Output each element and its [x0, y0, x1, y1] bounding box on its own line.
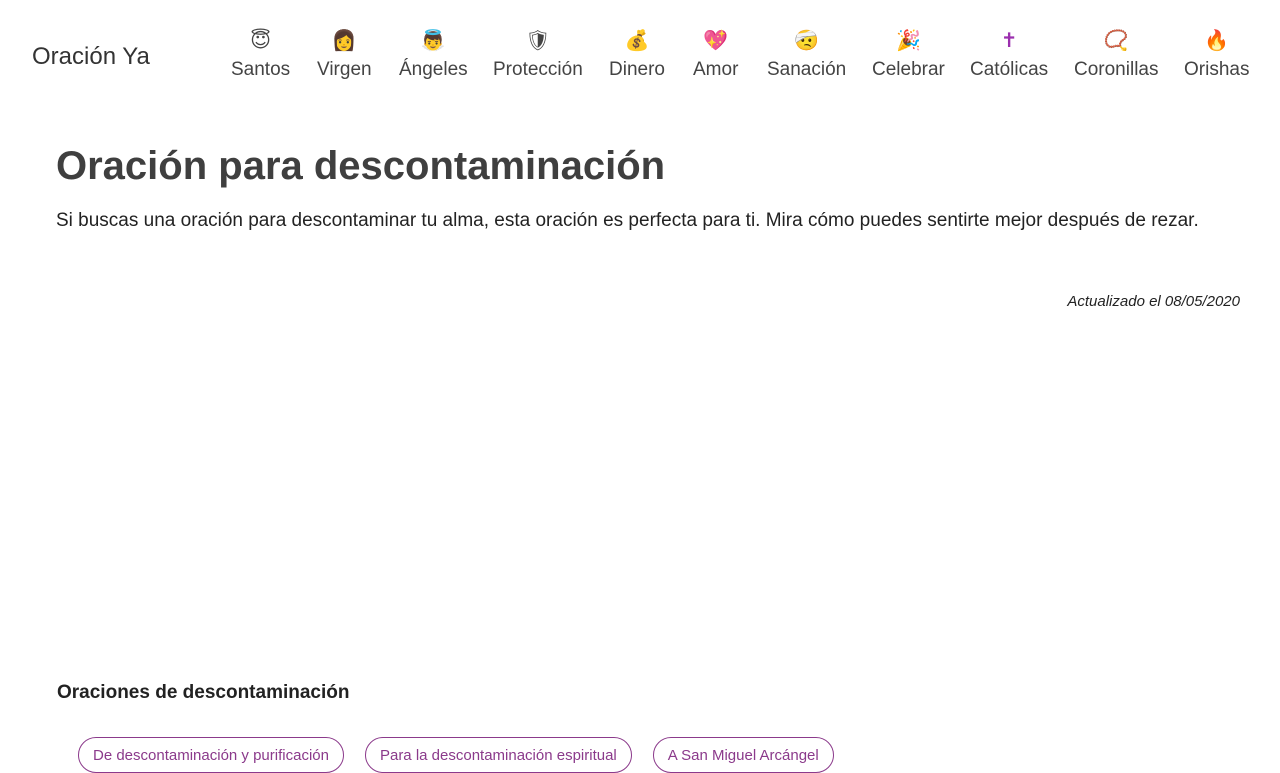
nav-item-label: Católicas: [970, 59, 1049, 80]
bandaged-face-icon: 🤕: [794, 28, 820, 52]
related-prayers-heading: Oraciones de descontaminación: [57, 682, 350, 703]
nav-item-label: Dinero: [609, 59, 665, 80]
shield-icon: 🛡: [525, 28, 551, 52]
nav-item-label: Virgen: [317, 59, 372, 80]
nav-item-angeles[interactable]: 👼 Ángeles: [399, 28, 468, 86]
nav-item-amor[interactable]: 💖 Amor: [693, 28, 738, 86]
site-header: Oración Ya 😇 Santos 👩 Virgen 👼 Ángeles 🛡…: [0, 0, 1280, 100]
page-title: Oración para descontaminación: [56, 144, 666, 188]
article-intro: Si buscas una oración para descontaminar…: [56, 210, 1199, 231]
nav-item-label: Ángeles: [399, 59, 468, 80]
woman-icon: 👩: [331, 28, 357, 52]
nav-item-virgen[interactable]: 👩 Virgen: [317, 28, 372, 86]
nav-item-proteccion[interactable]: 🛡 Protección: [493, 28, 583, 86]
nav-item-celebrar[interactable]: 🎉 Celebrar: [872, 28, 945, 86]
baby-angel-icon: 👼: [420, 28, 446, 52]
party-popper-icon: 🎉: [895, 28, 921, 52]
nav-item-label: Protección: [493, 59, 583, 80]
latin-cross-icon: ✝: [1000, 28, 1018, 52]
nav-item-label: Sanación: [767, 59, 847, 80]
nav-item-dinero[interactable]: 💰 Dinero: [609, 28, 665, 86]
rosary-beads-icon: 📿: [1103, 28, 1129, 52]
fire-icon: 🔥: [1204, 28, 1230, 52]
nav-item-label: Santos: [231, 59, 291, 80]
nav-item-label: Amor: [693, 59, 739, 80]
nav-item-catolicas[interactable]: ✝ Católicas: [970, 28, 1048, 86]
nav-item-label: Orishas: [1184, 59, 1250, 80]
nav-item-santos[interactable]: 😇 Santos: [231, 28, 290, 86]
nav-item-sanacion[interactable]: 🤕 Sanación: [767, 28, 846, 86]
site-brand-link[interactable]: Oración Ya: [32, 43, 150, 71]
nav-item-coronillas[interactable]: 📿 Coronillas: [1074, 28, 1158, 86]
updated-date: Actualizado el 08/05/2020: [1067, 293, 1240, 310]
smiling-face-with-halo-icon: 😇: [250, 28, 271, 52]
money-bag-icon: 💰: [624, 28, 650, 52]
nav-item-label: Coronillas: [1074, 59, 1159, 80]
sparkling-heart-icon: 💖: [703, 28, 729, 52]
nav-item-label: Celebrar: [872, 59, 945, 80]
nav-item-orishas[interactable]: 🔥 Orishas: [1184, 28, 1249, 86]
